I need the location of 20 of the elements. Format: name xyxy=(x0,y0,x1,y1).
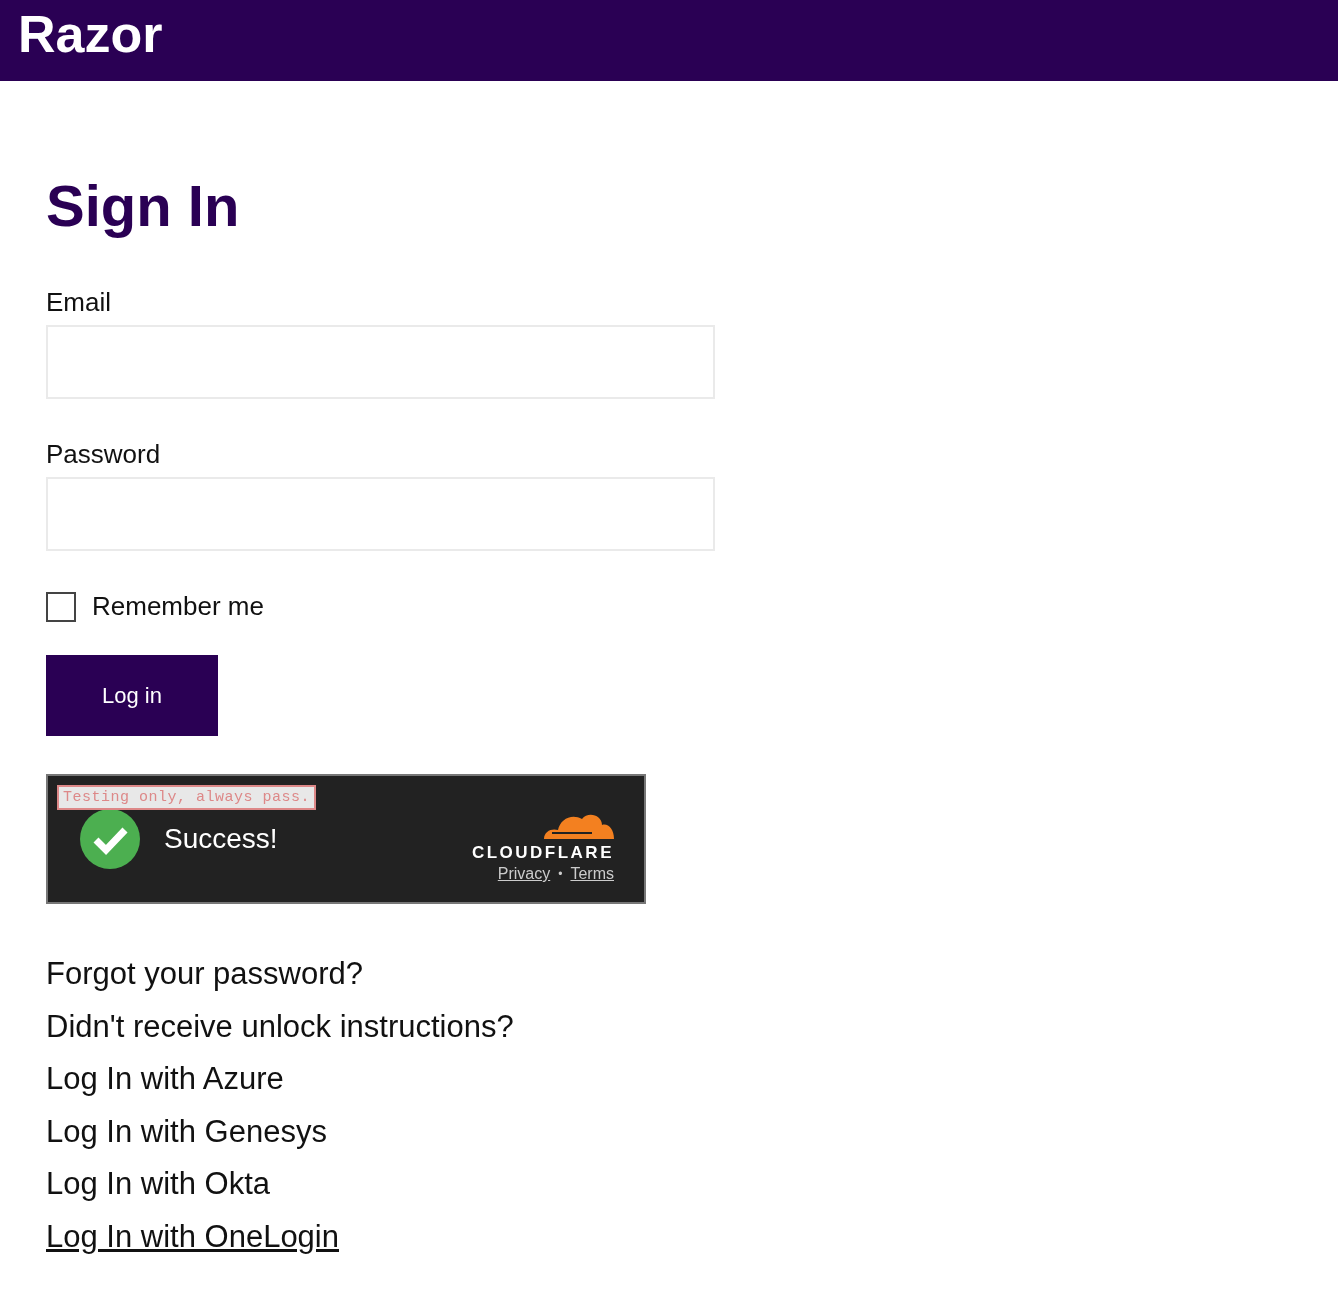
separator-dot: • xyxy=(558,867,563,881)
terms-link[interactable]: Terms xyxy=(570,865,614,883)
test-notice: Testing only, always pass. xyxy=(57,785,317,810)
brand-logo[interactable]: Razor xyxy=(18,7,163,60)
captcha-status: Success! xyxy=(164,823,278,855)
account-link[interactable]: Log In with Azure xyxy=(46,1061,284,1096)
account-link[interactable]: Log In with OneLogin xyxy=(46,1218,339,1254)
provider-wordmark: CLOUDFLARE xyxy=(471,843,614,863)
field-label: Email xyxy=(46,287,112,317)
account-link[interactable]: Log In with Okta xyxy=(46,1166,270,1201)
remember-label[interactable]: Remember me xyxy=(92,591,264,622)
account-link[interactable]: Forgot your password? xyxy=(46,956,364,991)
success-check-icon xyxy=(80,809,140,869)
privacy-link[interactable]: Privacy xyxy=(497,865,551,883)
field-label: Password xyxy=(46,439,162,469)
account-link[interactable]: Log In with Genesys xyxy=(46,1113,327,1149)
remember-checkbox[interactable] xyxy=(46,591,76,622)
login-button[interactable]: Log in xyxy=(46,655,218,736)
page-title: Sign In xyxy=(46,173,241,239)
account-link[interactable]: Didn't receive unlock instructions? xyxy=(46,1008,514,1044)
